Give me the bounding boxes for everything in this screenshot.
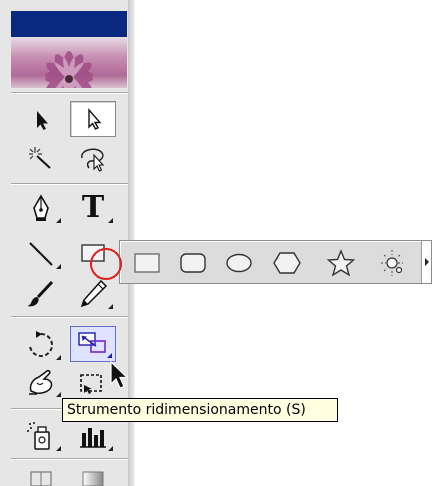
white-arrow-icon (88, 108, 102, 130)
application-banner (11, 37, 127, 88)
flyout-rectangle-tool[interactable] (128, 246, 166, 279)
divider (11, 458, 128, 460)
flyout-indicator-icon (56, 446, 61, 451)
tearoff-arrow-icon[interactable] (425, 258, 429, 266)
flyout-indicator-icon (56, 264, 61, 269)
flyout-indicator-icon (56, 218, 61, 223)
flyout-indicator-icon (56, 392, 61, 397)
scale-tool[interactable] (70, 326, 116, 362)
black-arrow-icon (37, 111, 48, 130)
pen-tool[interactable] (18, 190, 64, 226)
direct-selection-tool[interactable] (70, 101, 116, 137)
panel-titlebar[interactable] (11, 11, 127, 37)
line-segment-icon (29, 242, 53, 266)
divider (11, 316, 128, 318)
rotate-icon (29, 331, 53, 357)
magic-wand-icon (29, 147, 51, 169)
column-graph-icon (80, 428, 106, 448)
flyout-flare-tool[interactable] (374, 246, 412, 279)
mesh-icon (30, 471, 52, 486)
mesh-tool[interactable] (18, 468, 64, 486)
rotate-tool[interactable] (18, 327, 64, 363)
flower-icon (45, 51, 93, 88)
paintbrush-tool[interactable] (18, 276, 64, 312)
polygon-icon (273, 251, 301, 274)
flyout-rounded-rectangle-tool[interactable] (174, 246, 212, 279)
flyout-polygon-tool[interactable] (268, 246, 306, 279)
gradient-tool[interactable] (70, 468, 116, 486)
rectangle-icon (134, 252, 160, 273)
rectangle-tools-flyout (119, 240, 432, 284)
pen-nib-icon (33, 194, 49, 221)
flyout-indicator-icon (56, 355, 61, 360)
flyout-star-tool[interactable] (322, 246, 360, 279)
scale-icon (78, 332, 106, 353)
type-t-icon: T (81, 190, 105, 225)
rounded-rectangle-icon (180, 252, 206, 273)
lasso-tool[interactable] (70, 140, 116, 176)
ellipse-icon (226, 253, 252, 272)
flyout-ellipse-tool[interactable] (220, 246, 258, 279)
divider (11, 92, 128, 94)
warp-tool[interactable] (18, 364, 64, 400)
symbol-sprayer-tool[interactable] (18, 418, 64, 454)
free-transform-icon (80, 374, 102, 394)
type-tool[interactable]: T (70, 190, 116, 226)
symbol-sprayer-icon (27, 422, 50, 450)
divider (11, 183, 128, 185)
flyout-indicator-icon (107, 353, 112, 358)
selection-tool[interactable] (18, 102, 64, 138)
gradient-icon (82, 471, 104, 486)
magic-wand-tool[interactable] (18, 140, 64, 176)
paintbrush-icon (27, 280, 54, 307)
star-icon (326, 248, 356, 277)
tool-tooltip: Strumento ridimensionamento (S) (62, 398, 338, 422)
flare-icon (381, 249, 403, 276)
flyout-indicator-icon (108, 446, 113, 451)
graph-tool[interactable] (70, 418, 116, 454)
flyout-indicator-icon (108, 304, 113, 309)
line-segment-tool[interactable] (18, 236, 64, 272)
pencil-icon (80, 279, 108, 308)
lasso-icon (81, 148, 105, 172)
flyout-indicator-icon (108, 218, 113, 223)
pencil-tool[interactable] (70, 276, 116, 312)
highlight-circle (90, 248, 122, 280)
mouse-cursor-icon (109, 360, 131, 395)
warp-hand-icon (29, 370, 53, 395)
